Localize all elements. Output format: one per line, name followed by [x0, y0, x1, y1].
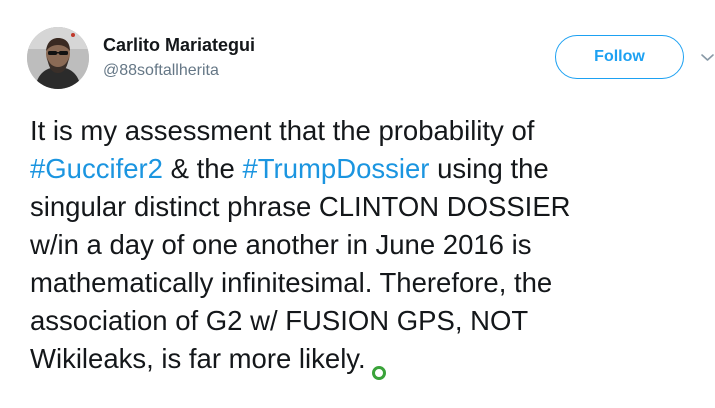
tweet-line: mathematically infinitesimal. Therefore,… [30, 267, 553, 298]
tweet-text-fragment: using the [429, 153, 549, 184]
display-name[interactable]: Carlito Mariategui [103, 35, 255, 56]
user-handle[interactable]: @88softallherita [103, 62, 219, 80]
user-avatar-icon [27, 27, 89, 89]
tweet-text: It is my assessment that the probability… [30, 112, 705, 380]
tweet-text-fragment: Wikileaks, is far more likely. [30, 343, 366, 374]
tweet-line: singular distinct phrase CLINTON DOSSIER [30, 191, 571, 222]
tweet-line: association of G2 w/ FUSION GPS, NOT [30, 305, 529, 336]
hashtag-link-trumpdossier[interactable]: #TrumpDossier [242, 153, 429, 184]
avatar[interactable] [27, 27, 89, 89]
follow-button[interactable]: Follow [555, 35, 684, 79]
chevron-down-icon[interactable] [700, 50, 715, 65]
tweet-line: #Guccifer2 & the #TrumpDossier using the [30, 150, 705, 188]
green-circle-emoji-icon [371, 352, 386, 380]
tweet-text-fragment: & the [162, 153, 243, 184]
tweet-line: Wikileaks, is far more likely. [30, 340, 705, 380]
tweet-line: It is my assessment that the probability… [30, 115, 535, 146]
tweet-line: w/in a day of one another in June 2016 i… [30, 229, 532, 260]
hashtag-link-guccifer2[interactable]: #Guccifer2 [30, 153, 163, 184]
tweet-card: Carlito Mariategui @88softallherita Foll… [0, 0, 715, 408]
